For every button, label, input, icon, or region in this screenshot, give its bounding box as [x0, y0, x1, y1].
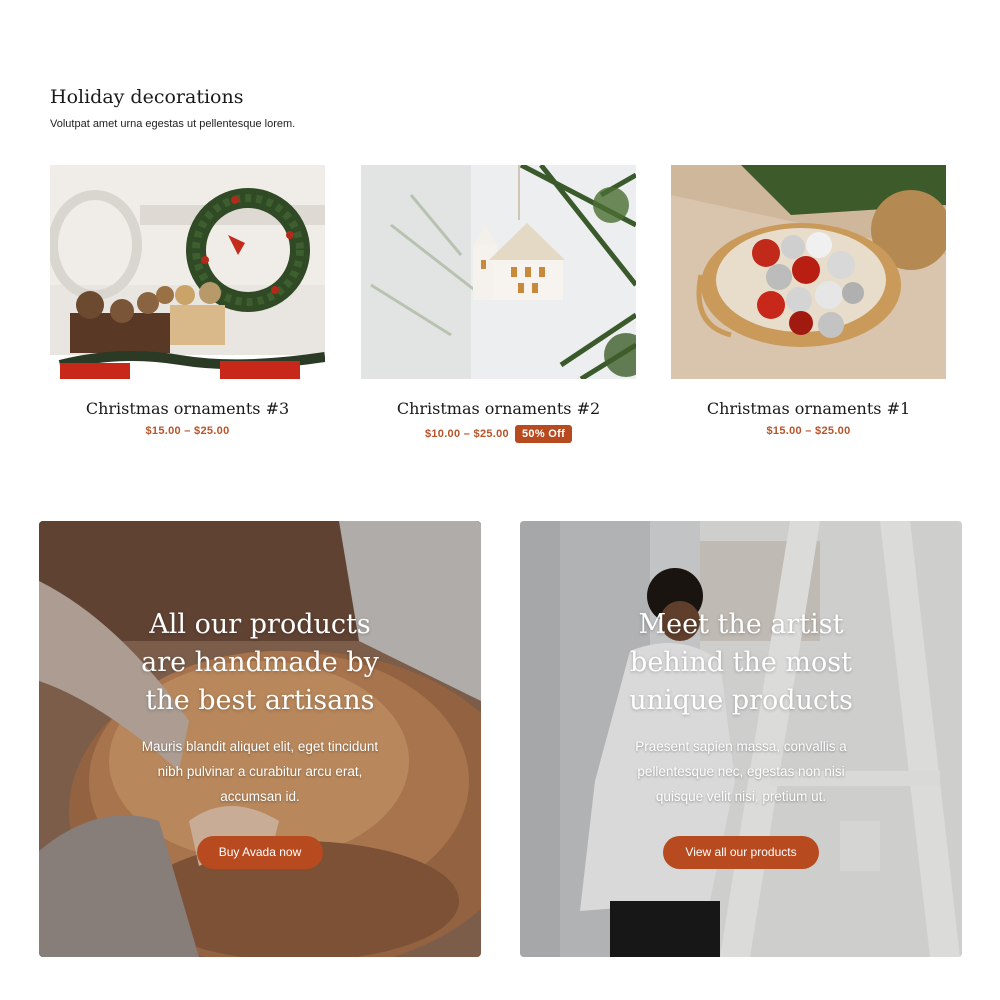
view-all-products-button[interactable]: View all our products — [663, 836, 819, 869]
product-image-house-ornament[interactable] — [361, 165, 636, 379]
promo-title: Meet the artist behind the most unique p… — [629, 609, 853, 716]
product-card[interactable]: Christmas ornaments #2 $10.00 – $25.00 50… — [361, 165, 636, 443]
product-image-ornament-basket[interactable] — [671, 165, 946, 379]
promo-card-artist: Meet the artist behind the most unique p… — [520, 521, 962, 957]
product-card[interactable]: Christmas ornaments #1 $15.00 – $25.00 — [671, 165, 946, 437]
product-image-wreath[interactable] — [50, 165, 325, 379]
product-price: $15.00 – $25.00 — [145, 425, 230, 437]
section-subtitle: Volutpat amet urna egestas ut pellentesq… — [50, 118, 296, 130]
promo-card-handmade: All our products are handmade by the bes… — [39, 521, 481, 957]
promo-description: Praesent sapien massa, convallis a pelle… — [635, 739, 847, 804]
product-price: $15.00 – $25.00 — [766, 425, 851, 437]
product-name[interactable]: Christmas ornaments #1 — [671, 399, 946, 418]
product-card[interactable]: Christmas ornaments #3 $15.00 – $25.00 — [50, 165, 325, 437]
sale-badge: 50% Off — [514, 425, 573, 443]
buy-avada-button[interactable]: Buy Avada now — [196, 836, 324, 869]
product-name[interactable]: Christmas ornaments #2 — [361, 399, 636, 418]
product-name[interactable]: Christmas ornaments #3 — [50, 399, 325, 418]
promo-title: All our products are handmade by the bes… — [141, 609, 379, 716]
section-title: Holiday decorations — [50, 86, 244, 108]
promo-description: Mauris blandit aliquet elit, eget tincid… — [141, 739, 379, 804]
product-price: $10.00 – $25.00 — [424, 427, 509, 440]
